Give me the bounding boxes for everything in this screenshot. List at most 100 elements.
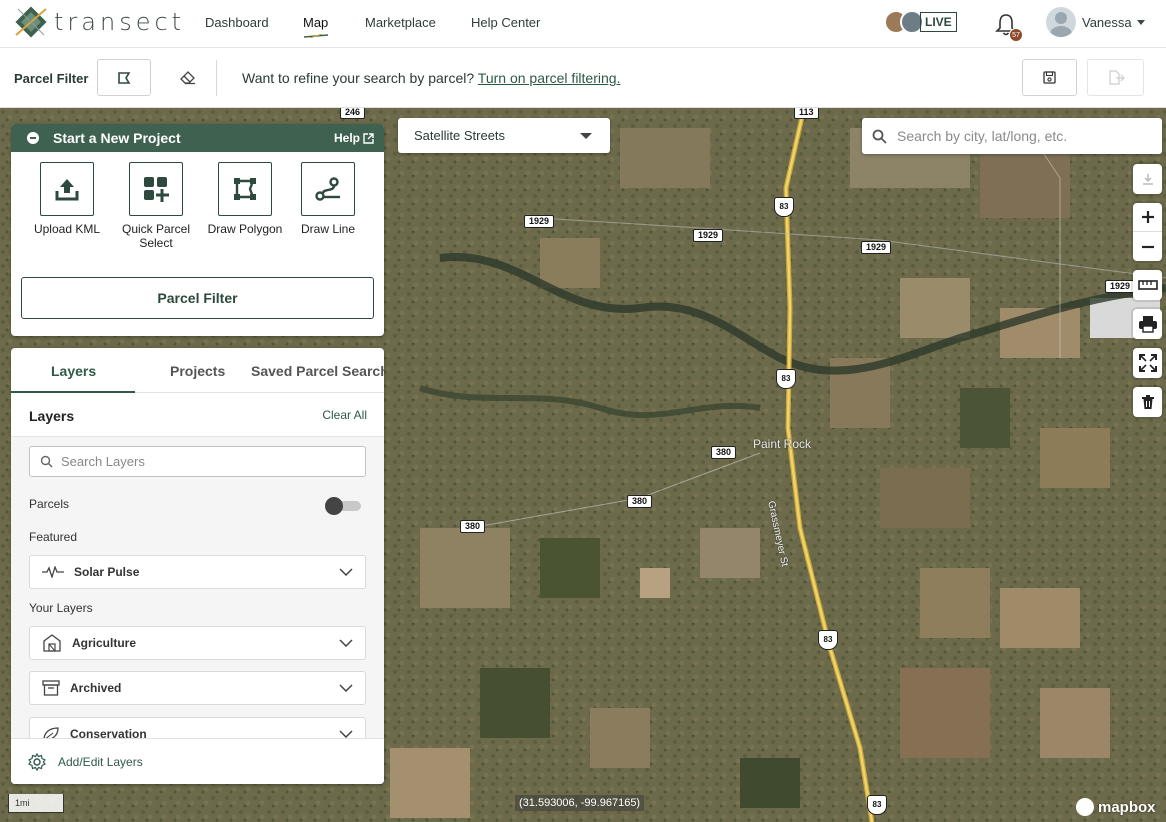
layer-group-label: Solar Pulse xyxy=(74,565,140,579)
help-link[interactable]: Help xyxy=(334,131,374,145)
layer-group-agriculture[interactable]: Agriculture xyxy=(29,626,366,660)
eraser-icon xyxy=(180,71,195,85)
tab-layers[interactable]: Layers xyxy=(51,363,96,379)
road-shield: 1929 xyxy=(524,215,555,228)
map-scale: 1mi xyxy=(8,794,64,813)
export-icon xyxy=(1108,70,1125,85)
measure-button[interactable] xyxy=(1133,270,1162,300)
caret-down-icon xyxy=(1136,19,1145,25)
featured-label: Featured xyxy=(29,530,78,544)
draw-line-button[interactable]: Draw Line xyxy=(278,162,378,236)
start-project-header: Start a New Project Help xyxy=(11,124,384,152)
zoom-controls xyxy=(1133,203,1162,261)
nav-dashboard[interactable]: Dashboard xyxy=(205,15,269,30)
tab-projects[interactable]: Projects xyxy=(170,363,225,379)
map-search-input[interactable] xyxy=(897,128,1147,144)
search-icon xyxy=(40,455,53,468)
chevron-down-icon xyxy=(339,568,353,576)
polygon-flag-icon xyxy=(118,71,131,84)
collapse-icon[interactable] xyxy=(27,132,39,144)
fullscreen-button[interactable] xyxy=(1133,348,1162,378)
divider xyxy=(216,60,217,96)
enable-parcel-filtering-link[interactable]: Turn on parcel filtering. xyxy=(478,70,621,86)
map-style-value: Satellite Streets xyxy=(414,128,506,143)
us-route-shield: 83 xyxy=(776,369,796,389)
eraser-button[interactable] xyxy=(177,67,199,89)
chevron-down-icon xyxy=(339,730,353,738)
add-edit-layers-label: Add/Edit Layers xyxy=(58,754,143,769)
download-button[interactable] xyxy=(1133,164,1162,194)
gear-icon xyxy=(28,752,46,771)
minus-icon xyxy=(1141,245,1154,248)
layers-panel: Layers Projects Saved Parcel Searches La… xyxy=(11,348,384,784)
map-style-select[interactable]: Satellite Streets xyxy=(398,118,610,153)
save-button[interactable] xyxy=(1022,59,1077,96)
zoom-out-button[interactable] xyxy=(1133,232,1162,261)
parcel-filter-draw-button[interactable] xyxy=(97,59,151,96)
transect-logo-icon xyxy=(15,6,47,38)
grid-add-icon xyxy=(144,177,169,202)
map-search xyxy=(862,118,1162,154)
parcels-label: Parcels xyxy=(29,497,70,511)
road-shield: 246 xyxy=(340,108,366,119)
layer-group-label: Archived xyxy=(70,681,122,695)
layer-group-conservation[interactable]: Conservation xyxy=(29,717,366,738)
parcel-filter-bar: Parcel Filter Want to refine your search… xyxy=(0,48,1166,108)
us-route-shield: 83 xyxy=(818,630,838,650)
upload-kml-label: Upload KML xyxy=(33,222,101,236)
printer-icon xyxy=(1138,316,1157,333)
cursor-coordinates: (31.593006, -99.967165) xyxy=(515,795,645,811)
add-edit-layers-button[interactable]: Add/Edit Layers xyxy=(11,738,384,784)
brand-name: transect xyxy=(54,8,186,36)
upload-kml-button[interactable]: Upload KML xyxy=(17,162,117,236)
live-users[interactable]: LIVE xyxy=(884,10,957,34)
layer-search xyxy=(29,446,366,477)
layer-search-input[interactable] xyxy=(61,454,351,469)
your-layers-label: Your Layers xyxy=(29,601,93,615)
road-shield: 380 xyxy=(627,495,653,508)
quick-parcel-select-label: Quick Parcel Select xyxy=(121,222,191,250)
layer-group-solar-pulse[interactable]: Solar Pulse xyxy=(29,555,366,589)
panel-tabs: Layers Projects Saved Parcel Searches xyxy=(11,348,384,393)
brand-logo[interactable]: transect xyxy=(14,5,185,39)
archive-icon xyxy=(42,680,60,696)
layer-group-archived[interactable]: Archived xyxy=(29,671,366,705)
quick-parcel-select-button[interactable]: Quick Parcel Select xyxy=(106,162,206,250)
road-shield: 380 xyxy=(711,446,737,459)
delete-button[interactable] xyxy=(1133,387,1162,417)
zoom-in-button[interactable] xyxy=(1133,203,1162,232)
chevron-down-icon xyxy=(339,684,353,692)
road-shield: 1929 xyxy=(861,241,892,254)
parcel-filter-message: Want to refine your search by parcel? Tu… xyxy=(242,70,620,86)
nav-marketplace[interactable]: Marketplace xyxy=(365,15,436,30)
road-shield: 1929 xyxy=(693,229,724,242)
nav-active-underline xyxy=(304,34,328,38)
place-label: Paint Rock xyxy=(753,437,812,451)
parcels-toggle[interactable] xyxy=(325,497,361,515)
mapbox-wordmark: mapbox xyxy=(1098,798,1156,816)
upload-icon xyxy=(55,179,79,201)
nav-help-center[interactable]: Help Center xyxy=(471,15,540,30)
start-project-panel: Start a New Project Help Upload KML Quic… xyxy=(11,124,384,336)
tab-saved-parcel-searches[interactable]: Saved Parcel Searches xyxy=(251,363,384,379)
layers-list[interactable]: Layers Clear All Parcels Featured Solar … xyxy=(11,394,384,738)
notification-badge: 57 xyxy=(1009,28,1023,42)
top-nav: transect Dashboard Map Marketplace Help … xyxy=(0,0,1166,48)
parcel-filter-prompt: Want to refine your search by parcel? xyxy=(242,70,475,86)
mapbox-attribution[interactable]: mapbox xyxy=(1076,798,1156,816)
us-route-shield: 83 xyxy=(867,795,887,815)
leaf-icon xyxy=(43,727,59,738)
draw-line-label: Draw Line xyxy=(300,222,356,236)
plus-icon xyxy=(1141,211,1154,223)
user-avatar xyxy=(1046,7,1076,37)
user-menu[interactable]: Vanessa xyxy=(1046,7,1145,37)
nav-map[interactable]: Map xyxy=(303,15,328,30)
fullscreen-icon xyxy=(1138,354,1157,372)
print-button[interactable] xyxy=(1133,309,1162,339)
export-button[interactable] xyxy=(1087,59,1144,96)
parcel-filter-button[interactable]: Parcel Filter xyxy=(21,277,374,319)
mapbox-logo-icon xyxy=(1076,798,1094,816)
layers-header: Layers Clear All xyxy=(11,394,384,437)
ruler-icon xyxy=(1137,280,1158,290)
clear-all-button[interactable]: Clear All xyxy=(322,408,367,422)
